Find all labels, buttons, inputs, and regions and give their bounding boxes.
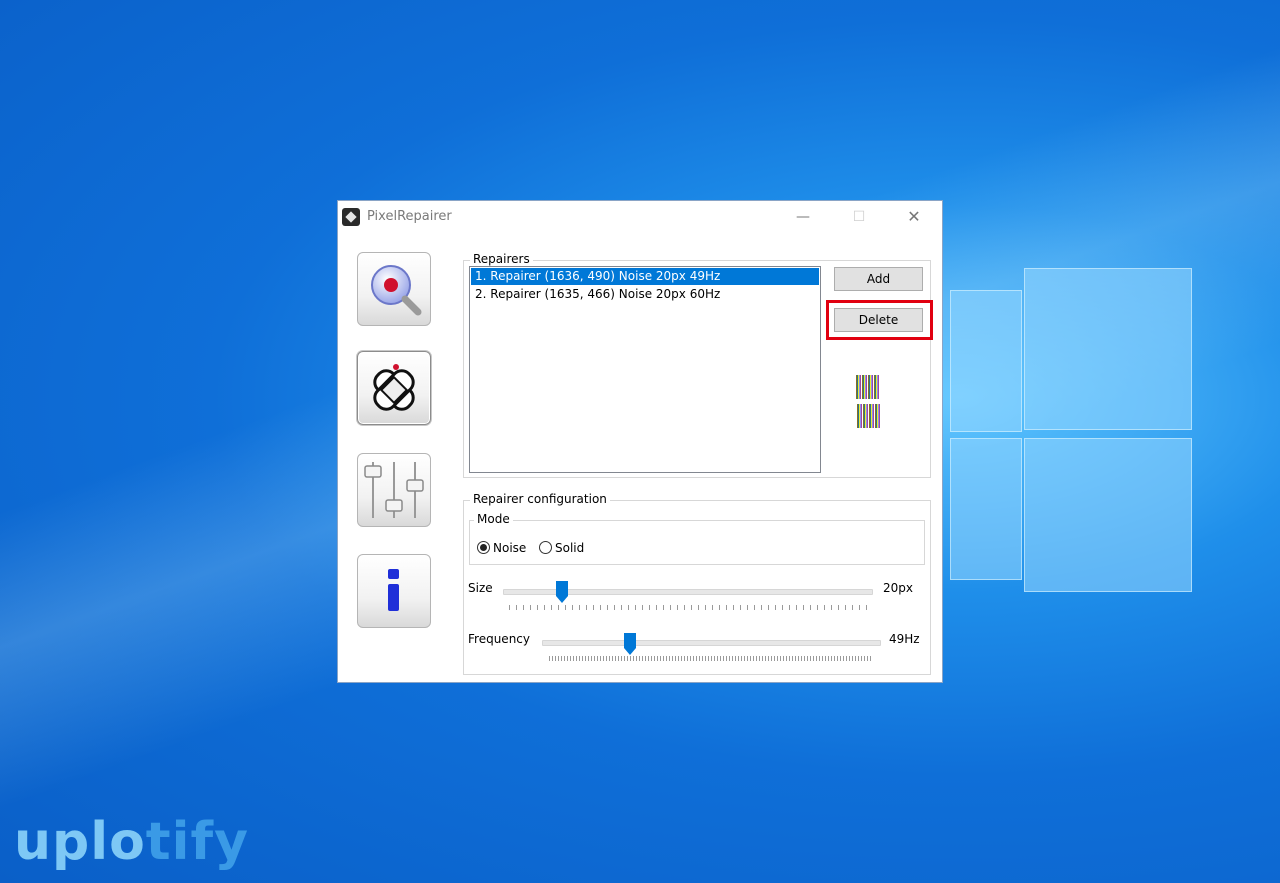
size-value: 20px (883, 581, 913, 595)
frequency-slider-ticks (549, 656, 873, 661)
mode-group: Mode (469, 512, 925, 565)
pixelrepairer-window: PixelRepairer — ☐ ✕ Repairers 1. Repaire… (337, 200, 943, 683)
windows-logo (930, 268, 1192, 592)
list-item[interactable]: 2. Repairer (1635, 466) Noise 20px 60Hz (471, 286, 819, 303)
maximize-button[interactable]: ☐ (836, 201, 882, 233)
magnifier-icon (371, 265, 422, 316)
bandage-icon (373, 364, 415, 411)
watermark-logo: uplotify (14, 812, 249, 872)
info-icon (388, 569, 399, 611)
size-label: Size (468, 581, 493, 595)
noise-preview-image (856, 375, 880, 399)
list-item[interactable]: 1. Repairer (1636, 490) Noise 20px 49Hz (471, 268, 819, 285)
frequency-slider-track[interactable] (542, 640, 881, 646)
add-button[interactable]: Add (834, 267, 923, 291)
locate-tool-button[interactable] (357, 252, 431, 326)
mode-label: Mode (474, 512, 513, 526)
repairers-list[interactable]: 1. Repairer (1636, 490) Noise 20px 49Hz … (469, 266, 821, 473)
app-icon (342, 208, 360, 226)
repairers-label: Repairers (470, 252, 533, 266)
window-title: PixelRepairer (367, 209, 452, 224)
noise-radio[interactable] (477, 541, 490, 554)
settings-tool-button[interactable] (357, 453, 431, 527)
config-label: Repairer configuration (470, 492, 610, 506)
size-slider-ticks (509, 605, 871, 610)
frequency-slider-thumb[interactable] (623, 633, 636, 655)
delete-highlight-box (826, 300, 933, 340)
title-bar[interactable]: PixelRepairer — ☐ ✕ (338, 201, 942, 233)
repair-tool-button[interactable] (357, 351, 431, 425)
minimize-button[interactable]: — (780, 201, 826, 233)
sliders-icon (364, 462, 424, 518)
size-slider-thumb[interactable] (555, 581, 568, 603)
frequency-value: 49Hz (889, 632, 920, 646)
solid-radio[interactable] (539, 541, 552, 554)
close-button[interactable]: ✕ (891, 201, 937, 233)
about-tool-button[interactable] (357, 554, 431, 628)
solid-radio-label[interactable]: Solid (555, 541, 584, 555)
noise-preview-image (857, 404, 881, 428)
frequency-label: Frequency (468, 632, 530, 646)
noise-radio-label[interactable]: Noise (493, 541, 526, 555)
